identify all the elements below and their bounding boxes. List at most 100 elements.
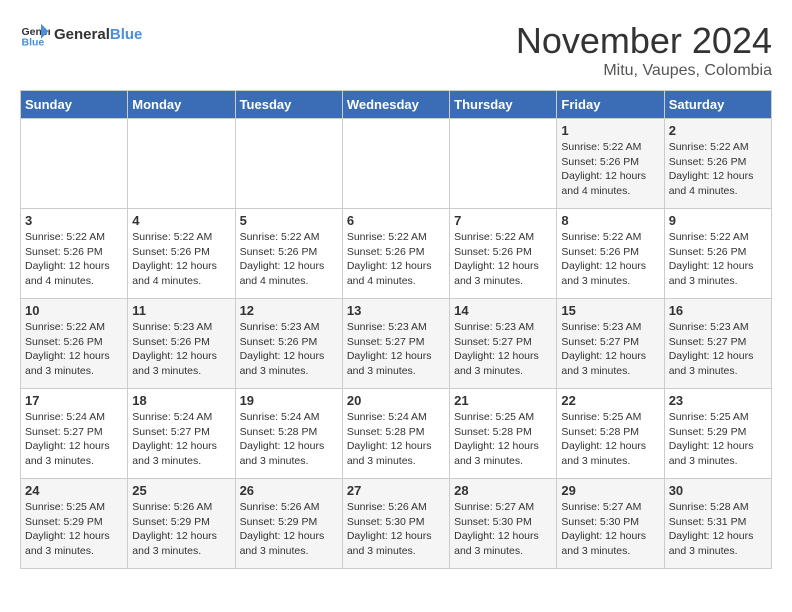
day-number: 5: [240, 213, 338, 228]
day-info: Sunrise: 5:23 AM Sunset: 5:26 PM Dayligh…: [240, 320, 338, 379]
day-info: Sunrise: 5:22 AM Sunset: 5:26 PM Dayligh…: [25, 320, 123, 379]
day-number: 19: [240, 393, 338, 408]
calendar-cell: 12 Sunrise: 5:23 AM Sunset: 5:26 PM Dayli…: [235, 299, 342, 389]
day-info: Sunrise: 5:22 AM Sunset: 5:26 PM Dayligh…: [561, 140, 659, 199]
calendar-cell: 27Sunrise: 5:26 AM Sunset: 5:30 PM Dayli…: [342, 479, 449, 569]
calendar-table: SundayMondayTuesdayWednesdayThursdayFrid…: [20, 90, 772, 569]
day-info: Sunrise: 5:22 AM Sunset: 5:26 PM Dayligh…: [454, 230, 552, 289]
day-info: Sunrise: 5:24 AM Sunset: 5:28 PM Dayligh…: [240, 410, 338, 469]
calendar-cell: 13 Sunrise: 5:23 AM Sunset: 5:27 PM Dayli…: [342, 299, 449, 389]
day-info: Sunrise: 5:24 AM Sunset: 5:27 PM Dayligh…: [25, 410, 123, 469]
day-info: Sunrise: 5:22 AM Sunset: 5:26 PM Dayligh…: [240, 230, 338, 289]
day-info: Sunrise: 5:22 AM Sunset: 5:26 PM Dayligh…: [669, 230, 767, 289]
day-info: Sunrise: 5:23 AM Sunset: 5:26 PM Dayligh…: [132, 320, 230, 379]
svg-text:Blue: Blue: [22, 37, 45, 49]
calendar-cell: 29 Sunrise: 5:27 AM Sunset: 5:30 PM Dayli…: [557, 479, 664, 569]
location: Mitu, Vaupes, Colombia: [516, 62, 772, 80]
day-header-tuesday: Tuesday: [235, 91, 342, 119]
calendar-cell: 22 Sunrise: 5:25 AM Sunset: 5:28 PM Dayli…: [557, 389, 664, 479]
day-info: Sunrise: 5:24 AM Sunset: 5:27 PM Dayligh…: [132, 410, 230, 469]
day-header-wednesday: Wednesday: [342, 91, 449, 119]
calendar-cell: 18 Sunrise: 5:24 AM Sunset: 5:27 PM Dayli…: [128, 389, 235, 479]
calendar-cell: 3 Sunrise: 5:22 AM Sunset: 5:26 PM Daylig…: [21, 209, 128, 299]
calendar-cell: 14Sunrise: 5:23 AM Sunset: 5:27 PM Dayli…: [450, 299, 557, 389]
header: General Blue General Blue November 2024 M…: [20, 20, 772, 80]
day-number: 8: [561, 213, 659, 228]
day-info: Sunrise: 5:27 AM Sunset: 5:30 PM Dayligh…: [561, 500, 659, 559]
day-info: Sunrise: 5:22 AM Sunset: 5:26 PM Dayligh…: [347, 230, 445, 289]
calendar-cell: 11 Sunrise: 5:23 AM Sunset: 5:26 PM Dayli…: [128, 299, 235, 389]
day-info: Sunrise: 5:24 AM Sunset: 5:28 PM Dayligh…: [347, 410, 445, 469]
calendar-cell: 23 Sunrise: 5:25 AM Sunset: 5:29 PM Dayli…: [664, 389, 771, 479]
day-info: Sunrise: 5:22 AM Sunset: 5:26 PM Dayligh…: [132, 230, 230, 289]
calendar-cell: 24Sunrise: 5:25 AM Sunset: 5:29 PM Dayli…: [21, 479, 128, 569]
calendar-cell: [235, 119, 342, 209]
calendar-cell: 6 Sunrise: 5:22 AM Sunset: 5:26 PM Daylig…: [342, 209, 449, 299]
day-info: Sunrise: 5:27 AM Sunset: 5:30 PM Dayligh…: [454, 500, 552, 559]
day-number: 14: [454, 303, 552, 318]
calendar-cell: 7 Sunrise: 5:22 AM Sunset: 5:26 PM Daylig…: [450, 209, 557, 299]
day-number: 30: [669, 483, 767, 498]
day-info: Sunrise: 5:25 AM Sunset: 5:28 PM Dayligh…: [454, 410, 552, 469]
calendar-cell: 1 Sunrise: 5:22 AM Sunset: 5:26 PM Daylig…: [557, 119, 664, 209]
calendar-cell: 5 Sunrise: 5:22 AM Sunset: 5:26 PM Daylig…: [235, 209, 342, 299]
logo-general: General: [54, 26, 110, 43]
month-title: November 2024: [516, 20, 772, 62]
day-number: 9: [669, 213, 767, 228]
day-number: 1: [561, 123, 659, 138]
day-number: 12: [240, 303, 338, 318]
calendar-cell: 16 Sunrise: 5:23 AM Sunset: 5:27 PM Dayli…: [664, 299, 771, 389]
calendar-cell: 21 Sunrise: 5:25 AM Sunset: 5:28 PM Dayli…: [450, 389, 557, 479]
day-header-monday: Monday: [128, 91, 235, 119]
calendar-cell: [128, 119, 235, 209]
calendar-cell: [342, 119, 449, 209]
day-number: 15: [561, 303, 659, 318]
day-info: Sunrise: 5:23 AM Sunset: 5:27 PM Dayligh…: [561, 320, 659, 379]
calendar-cell: 2Sunrise: 5:22 AM Sunset: 5:26 PM Daylig…: [664, 119, 771, 209]
day-info: Sunrise: 5:23 AM Sunset: 5:27 PM Dayligh…: [669, 320, 767, 379]
day-header-sunday: Sunday: [21, 91, 128, 119]
title-area: November 2024 Mitu, Vaupes, Colombia: [516, 20, 772, 80]
calendar-cell: 15 Sunrise: 5:23 AM Sunset: 5:27 PM Dayli…: [557, 299, 664, 389]
calendar-cell: 8 Sunrise: 5:22 AM Sunset: 5:26 PM Daylig…: [557, 209, 664, 299]
calendar-cell: 10 Sunrise: 5:22 AM Sunset: 5:26 PM Dayli…: [21, 299, 128, 389]
day-number: 10: [25, 303, 123, 318]
calendar-cell: 17 Sunrise: 5:24 AM Sunset: 5:27 PM Dayli…: [21, 389, 128, 479]
day-number: 27: [347, 483, 445, 498]
day-info: Sunrise: 5:22 AM Sunset: 5:26 PM Dayligh…: [669, 140, 767, 199]
day-info: Sunrise: 5:22 AM Sunset: 5:26 PM Dayligh…: [561, 230, 659, 289]
calendar-cell: 30 Sunrise: 5:28 AM Sunset: 5:31 PM Dayli…: [664, 479, 771, 569]
day-number: 16: [669, 303, 767, 318]
day-number: 29: [561, 483, 659, 498]
logo-icon: General Blue: [20, 20, 50, 50]
day-number: 18: [132, 393, 230, 408]
calendar-cell: 25 Sunrise: 5:26 AM Sunset: 5:29 PM Dayli…: [128, 479, 235, 569]
day-number: 20: [347, 393, 445, 408]
day-info: Sunrise: 5:22 AM Sunset: 5:26 PM Dayligh…: [25, 230, 123, 289]
day-number: 23: [669, 393, 767, 408]
day-number: 24: [25, 483, 123, 498]
calendar-cell: [450, 119, 557, 209]
day-info: Sunrise: 5:28 AM Sunset: 5:31 PM Dayligh…: [669, 500, 767, 559]
day-info: Sunrise: 5:23 AM Sunset: 5:27 PM Dayligh…: [347, 320, 445, 379]
day-info: Sunrise: 5:25 AM Sunset: 5:28 PM Dayligh…: [561, 410, 659, 469]
calendar-cell: 4 Sunrise: 5:22 AM Sunset: 5:26 PM Daylig…: [128, 209, 235, 299]
day-info: Sunrise: 5:26 AM Sunset: 5:29 PM Dayligh…: [240, 500, 338, 559]
day-number: 7: [454, 213, 552, 228]
day-number: 22: [561, 393, 659, 408]
day-number: 11: [132, 303, 230, 318]
day-number: 17: [25, 393, 123, 408]
logo: General Blue General Blue: [20, 20, 142, 50]
calendar-cell: [21, 119, 128, 209]
day-info: Sunrise: 5:26 AM Sunset: 5:29 PM Dayligh…: [132, 500, 230, 559]
day-number: 4: [132, 213, 230, 228]
day-number: 28: [454, 483, 552, 498]
day-info: Sunrise: 5:25 AM Sunset: 5:29 PM Dayligh…: [669, 410, 767, 469]
day-number: 3: [25, 213, 123, 228]
calendar-cell: 9 Sunrise: 5:22 AM Sunset: 5:26 PM Daylig…: [664, 209, 771, 299]
day-number: 25: [132, 483, 230, 498]
day-number: 21: [454, 393, 552, 408]
day-number: 6: [347, 213, 445, 228]
calendar-cell: 19 Sunrise: 5:24 AM Sunset: 5:28 PM Dayli…: [235, 389, 342, 479]
day-number: 13: [347, 303, 445, 318]
